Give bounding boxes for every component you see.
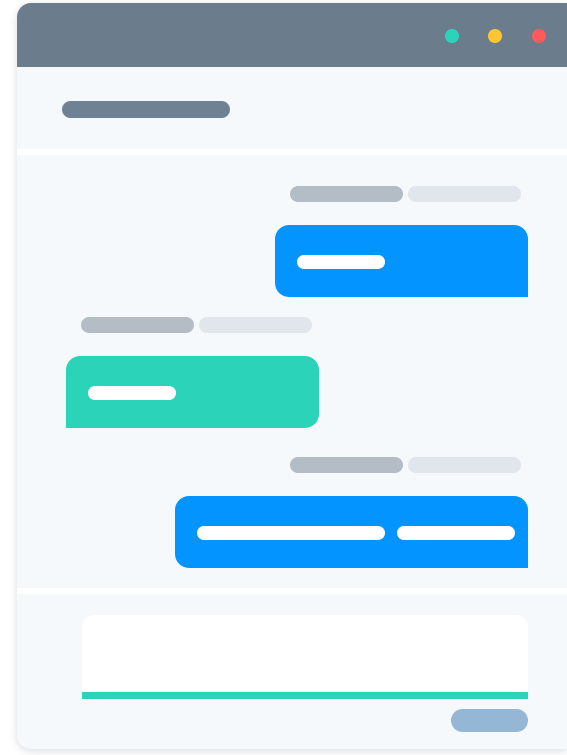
- message-timestamp-placeholder: [408, 186, 521, 202]
- message-text-placeholder: [88, 386, 176, 400]
- conversation-title-placeholder: [62, 101, 230, 118]
- message-sender-placeholder: [290, 186, 403, 202]
- outgoing-message-bubble[interactable]: [175, 496, 528, 568]
- message-sender-placeholder: [81, 317, 194, 333]
- chat-window: [17, 3, 567, 749]
- incoming-message-bubble[interactable]: [66, 356, 319, 428]
- minimize-dot-icon[interactable]: [488, 29, 502, 43]
- composer-divider: [17, 588, 567, 594]
- close-dot-icon[interactable]: [532, 29, 546, 43]
- maximize-dot-icon[interactable]: [445, 29, 459, 43]
- message-input-underline: [82, 692, 528, 699]
- message-timestamp-placeholder: [408, 457, 521, 473]
- header-divider: [17, 149, 567, 155]
- message-timestamp-placeholder: [199, 317, 312, 333]
- send-button[interactable]: [451, 709, 528, 732]
- message-text-placeholder: [397, 526, 515, 540]
- message-text-placeholder: [297, 255, 385, 269]
- message-text-placeholder: [197, 526, 385, 540]
- conversation-header: [17, 67, 567, 151]
- title-bar: [17, 3, 567, 67]
- message-input[interactable]: [82, 615, 528, 699]
- outgoing-message-bubble[interactable]: [275, 225, 528, 297]
- message-sender-placeholder: [290, 457, 403, 473]
